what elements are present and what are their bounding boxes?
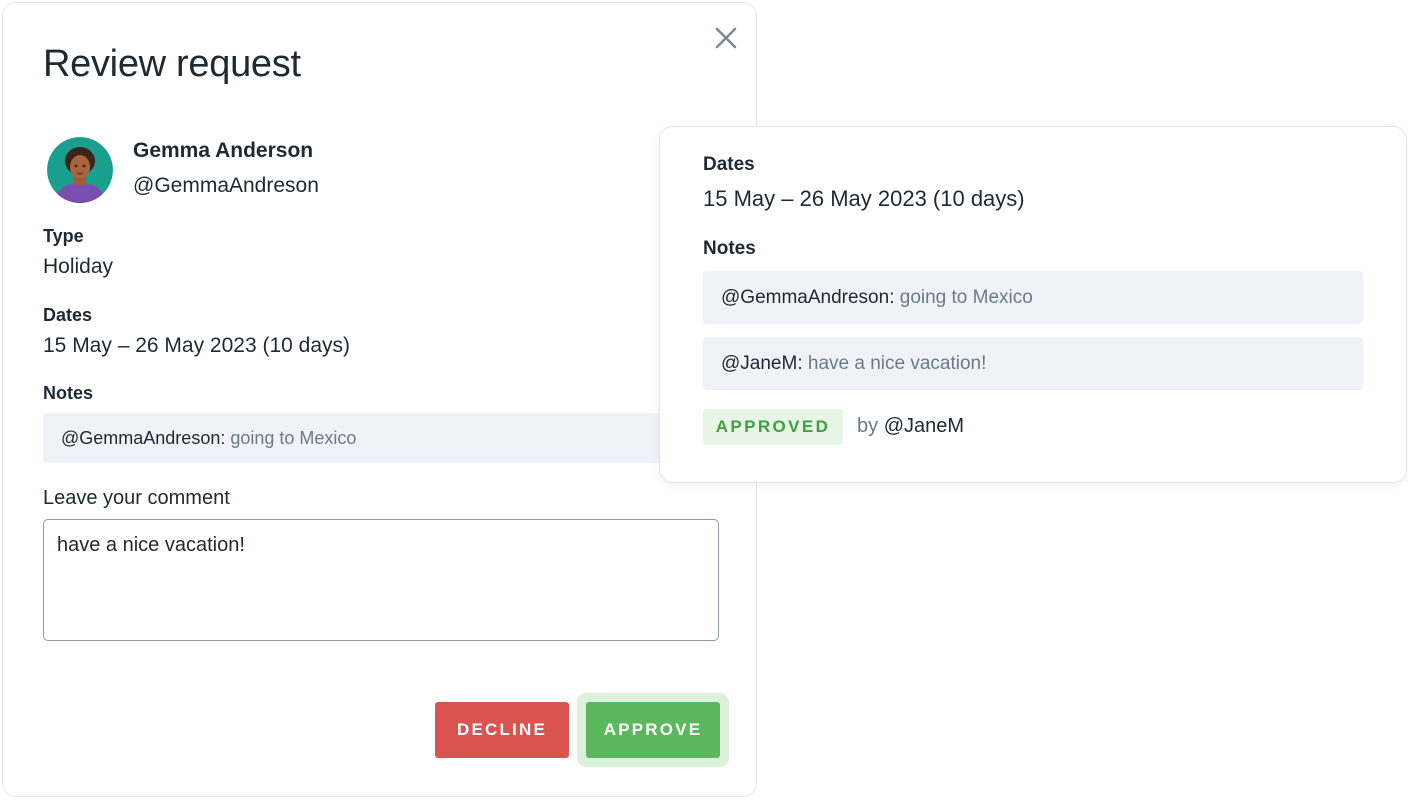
review-request-modal: Review request Gemma Anderson @GemmaAndr… (2, 2, 757, 797)
dates-value: 15 May – 26 May 2023 (10 days) (43, 334, 351, 357)
note-author: @JaneM: (721, 352, 803, 374)
note-author: @GemmaAndreson: (61, 427, 226, 448)
note-text: going to Mexico (230, 427, 357, 448)
note-item: @GemmaAndreson: going to Mexico (43, 413, 683, 463)
modal-title: Review request (43, 43, 301, 85)
dates-label: Dates (43, 305, 93, 325)
close-button[interactable] (711, 23, 741, 53)
note-text: going to Mexico (899, 286, 1033, 308)
approved-status-badge: APPROVED (703, 409, 843, 445)
approver-handle: @JaneM (883, 415, 965, 437)
decline-button[interactable]: DECLINE (435, 702, 569, 758)
user-name: Gemma Anderson (133, 139, 314, 162)
approved-by-line: by @JaneM (857, 415, 964, 438)
note-item: @JaneM: have a nice vacation! (703, 337, 1363, 390)
popover-dates-value: 15 May – 26 May 2023 (10 days) (703, 186, 1025, 211)
by-label: by (857, 415, 879, 437)
request-status-popover: Dates 15 May – 26 May 2023 (10 days) Not… (659, 126, 1407, 483)
type-label: Type (43, 226, 84, 246)
note-author: @GemmaAndreson: (721, 286, 895, 308)
avatar (47, 137, 113, 203)
note-text: have a nice vacation! (807, 352, 987, 374)
note-item: @GemmaAndreson: going to Mexico (703, 271, 1363, 324)
comment-input[interactable]: have a nice vacation! (43, 519, 719, 641)
popover-dates-label: Dates (703, 154, 755, 175)
approve-button[interactable]: APPROVE (586, 702, 720, 758)
comment-label: Leave your comment (43, 487, 230, 509)
close-icon (715, 27, 737, 49)
popover-notes-label: Notes (703, 238, 756, 259)
user-handle: @GemmaAndreson (133, 174, 319, 197)
type-value: Holiday (43, 255, 114, 278)
notes-label: Notes (43, 383, 94, 403)
